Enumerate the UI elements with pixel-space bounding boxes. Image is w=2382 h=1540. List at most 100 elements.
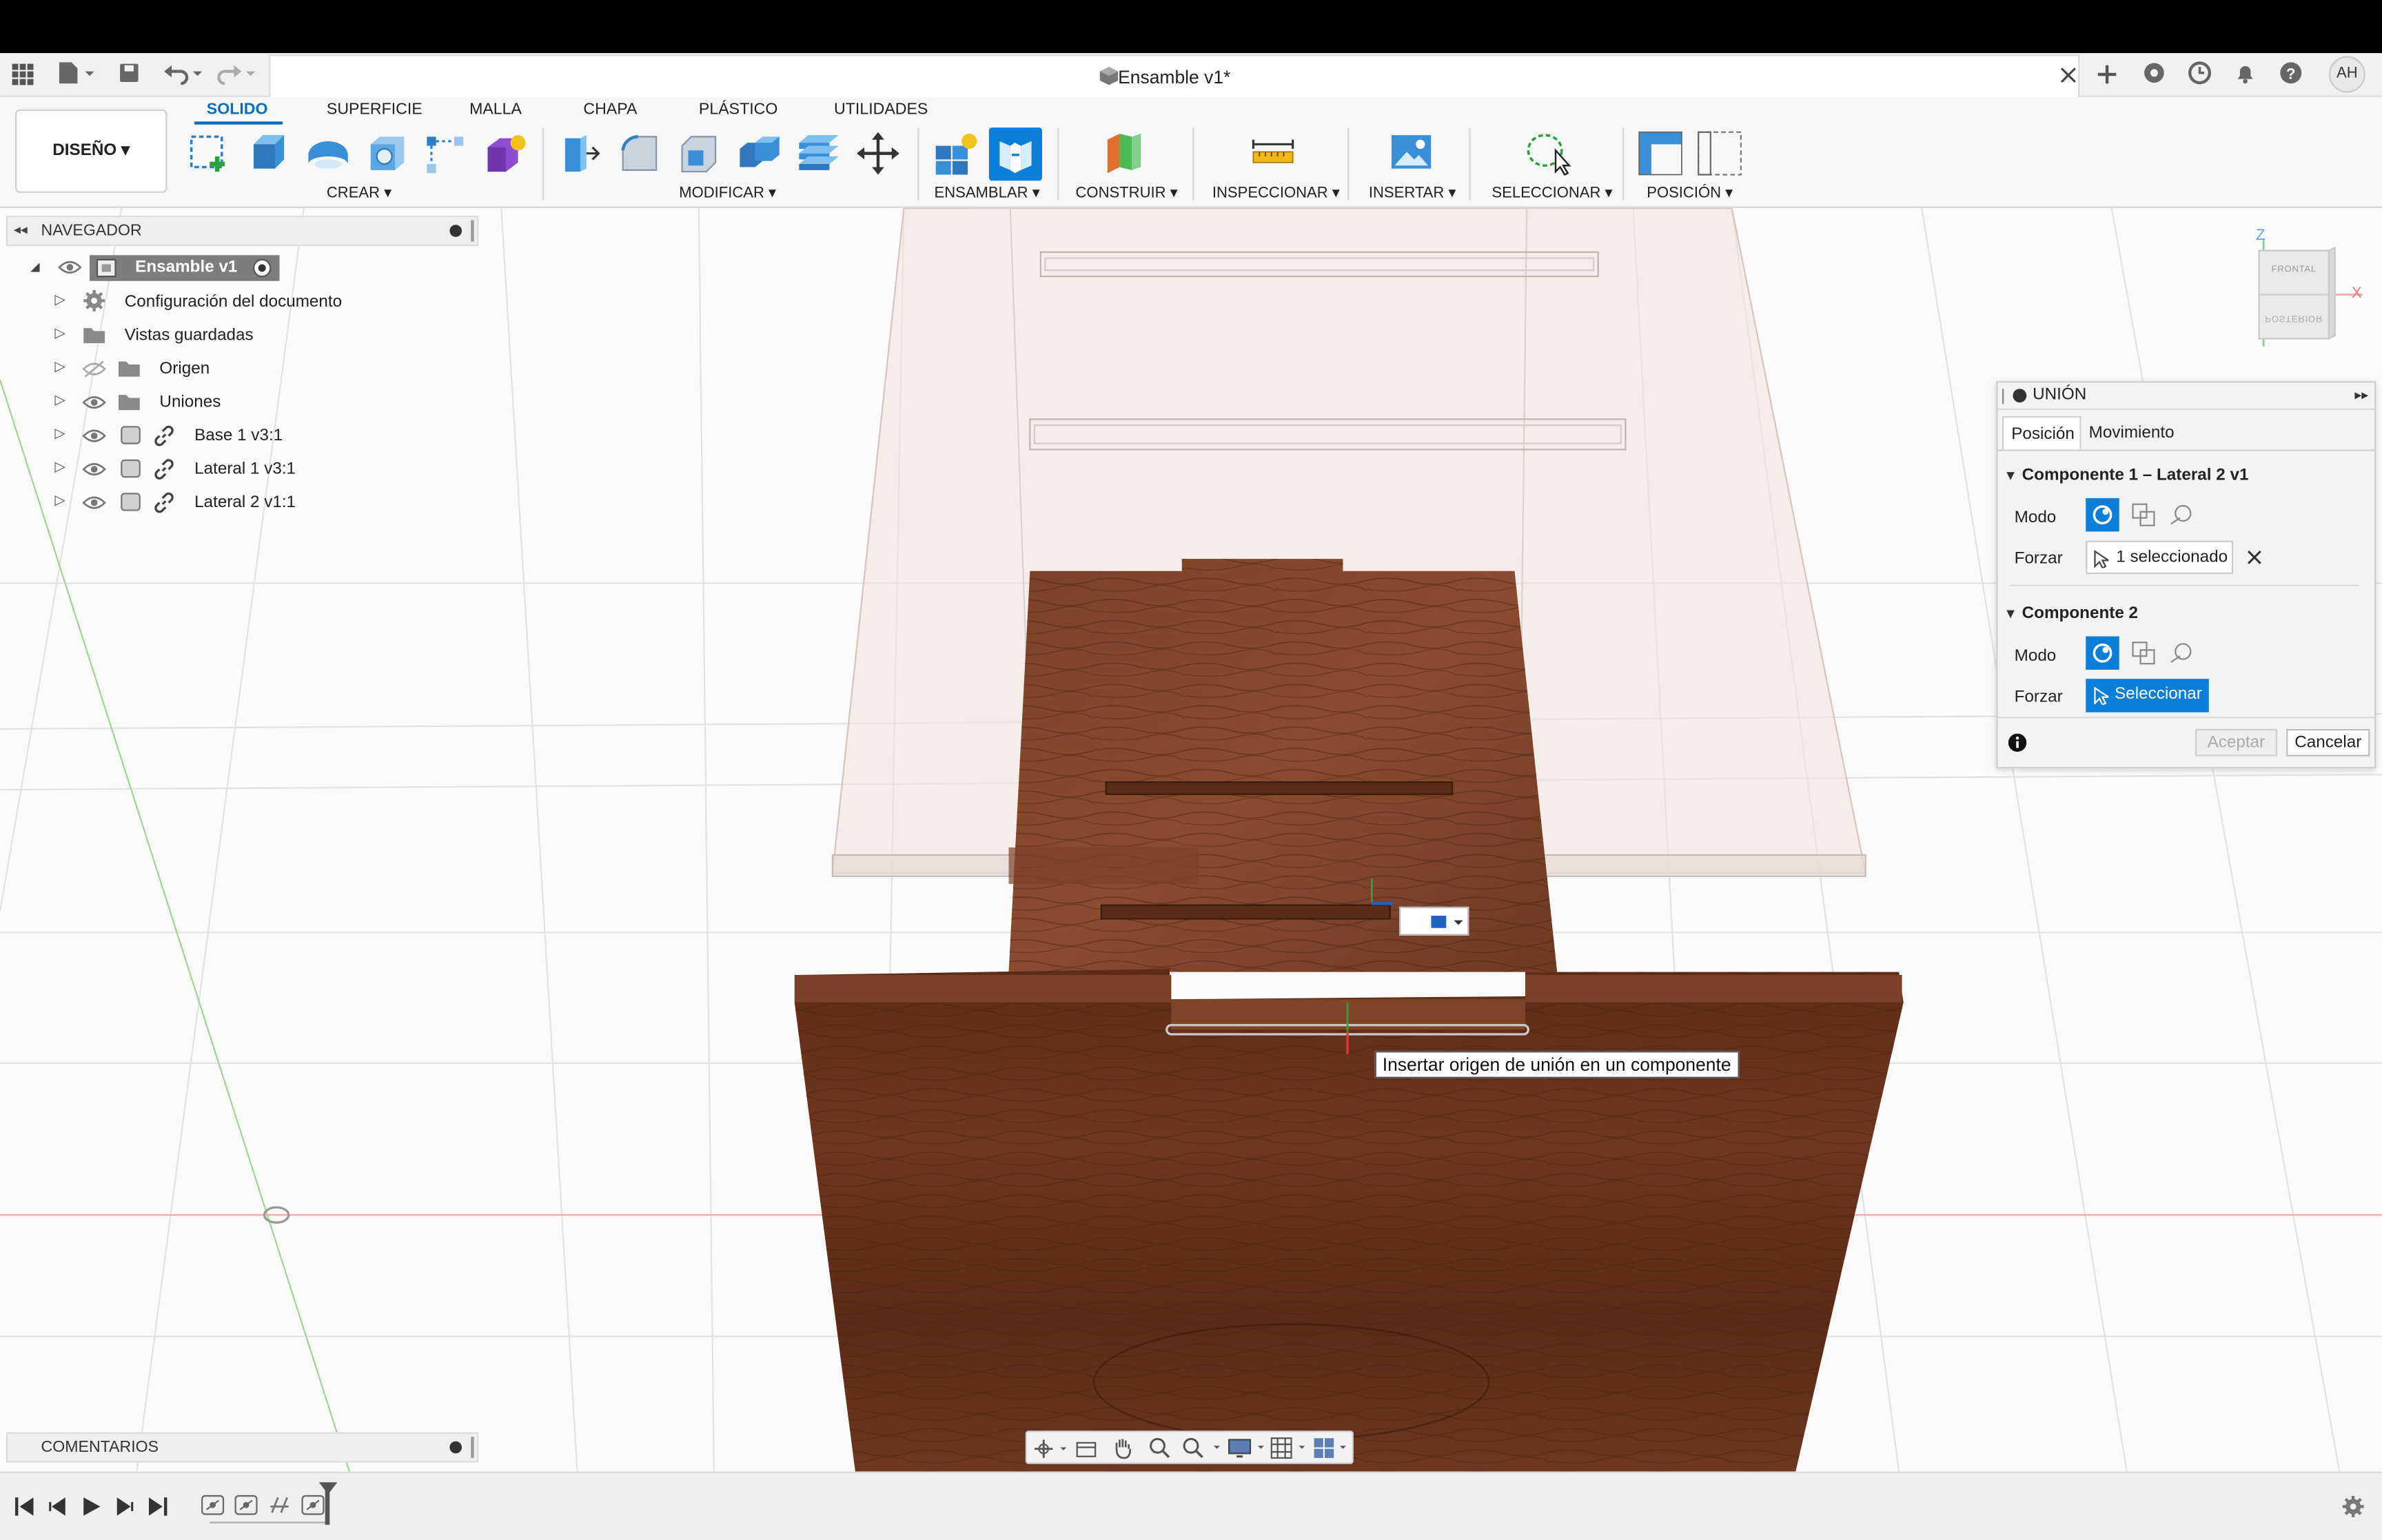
viewcube-back-face[interactable]: POSTERIOR — [2262, 313, 2326, 322]
comments-pin-handle[interactable] — [471, 1437, 474, 1458]
expand-triangle-icon[interactable]: ▷ — [54, 425, 65, 442]
expand-triangle-icon[interactable]: ▷ — [54, 459, 65, 475]
activate-radio-icon[interactable] — [252, 258, 272, 278]
visibility-eye-icon[interactable] — [82, 493, 106, 511]
redo-icon[interactable] — [216, 61, 258, 85]
offset-face-icon[interactable] — [796, 131, 839, 174]
form-icon[interactable] — [483, 132, 526, 175]
go-to-end-icon[interactable] — [147, 1496, 169, 1517]
joint-origin-picker[interactable] — [1398, 906, 1469, 936]
hole-icon[interactable] — [366, 132, 409, 175]
add-comment-icon[interactable] — [449, 1441, 462, 1454]
group-posicion-label[interactable]: POSICIÓN ▾ — [1647, 185, 1733, 202]
visibility-eye-icon[interactable] — [58, 258, 82, 276]
workspace-switcher-button[interactable]: DISEÑO ▾ — [15, 109, 167, 193]
mode-simple-button[interactable] — [2086, 497, 2119, 532]
timeline-settings-gear-icon[interactable] — [2341, 1495, 2365, 1519]
undo-icon[interactable] — [163, 61, 205, 85]
capture-position-icon[interactable] — [1638, 131, 1682, 176]
document-tab[interactable]: Ensamble v1* — [269, 54, 2080, 98]
navigator-pin-handle[interactable] — [471, 220, 474, 242]
insert-image-icon[interactable] — [1390, 132, 1433, 175]
mode-two-edge-intersection-button[interactable] — [2166, 637, 2199, 670]
group-seleccionar-label[interactable]: SELECCIONAR ▾ — [1492, 185, 1612, 202]
revolve-icon[interactable] — [305, 134, 348, 176]
help-icon[interactable]: ? — [2279, 61, 2303, 85]
grid-settings-icon[interactable] — [1270, 1437, 1313, 1459]
new-tab-plus-icon[interactable] — [2095, 62, 2119, 86]
expand-triangle-icon[interactable]: ▷ — [54, 492, 65, 509]
visibility-eye-icon[interactable] — [82, 460, 106, 478]
grid-menu-icon[interactable] — [10, 62, 34, 86]
viewcube-front-face[interactable]: FRONTAL — [2262, 266, 2326, 275]
extensions-icon[interactable] — [2142, 61, 2166, 85]
comments-header[interactable]: COMENTARIOS — [6, 1432, 479, 1463]
file-menu-icon[interactable] — [57, 61, 96, 85]
clear-selection-x-icon[interactable] — [2247, 550, 2262, 565]
expand-triangle-icon[interactable]: ▷ — [54, 325, 65, 342]
pan-hand-icon[interactable] — [1112, 1437, 1133, 1459]
create-sketch-icon[interactable] — [188, 132, 231, 175]
ok-button[interactable]: Aceptar — [2195, 728, 2277, 757]
expand-triangle-icon[interactable]: ▷ — [54, 358, 65, 375]
job-status-icon[interactable] — [2188, 61, 2212, 85]
zoom-window-icon[interactable] — [1182, 1437, 1225, 1459]
group-ensamblar-label[interactable]: ENSAMBLAR ▾ — [935, 185, 1040, 202]
tab-plastico[interactable]: PLÁSTICO — [699, 100, 777, 118]
tab-malla[interactable]: MALLA — [469, 100, 522, 118]
display-settings-icon[interactable] — [1228, 1437, 1270, 1459]
tab-superficie[interactable]: SUPERFICIE — [327, 100, 423, 118]
navigator-options-icon[interactable] — [449, 225, 462, 237]
select-icon[interactable] — [1524, 131, 1571, 176]
dialog-grip[interactable] — [2002, 389, 2005, 404]
expand-triangle-icon[interactable]: ▷ — [54, 392, 65, 409]
info-icon[interactable] — [2008, 733, 2027, 752]
mode-two-edge-intersection-button[interactable] — [2166, 498, 2199, 531]
viewcube[interactable]: Z X FRONTAL POSTERIOR — [2241, 228, 2370, 365]
cancel-button[interactable]: Cancelar — [2286, 728, 2370, 757]
visibility-eye-icon[interactable] — [82, 393, 106, 411]
component-1-selection[interactable]: 1 seleccionado — [2086, 540, 2234, 575]
tab-posicion[interactable]: Posición — [2002, 415, 2081, 450]
joint-dialog-header[interactable]: UNIÓN ▸▸ — [1997, 382, 2375, 411]
save-icon[interactable] — [117, 61, 141, 85]
root-expand-triangle-icon[interactable]: ◢ — [30, 260, 40, 274]
tree-root-highlight[interactable]: Ensamble v1 — [90, 255, 280, 281]
user-avatar[interactable]: AH — [2328, 56, 2365, 93]
zoom-icon[interactable] — [1148, 1437, 1171, 1459]
notifications-bell-icon[interactable] — [2233, 61, 2257, 85]
new-component-icon[interactable] — [933, 131, 977, 175]
tab-chapa[interactable]: CHAPA — [583, 100, 637, 118]
tab-utilidades[interactable]: UTILIDADES — [834, 100, 928, 118]
fillet-icon[interactable] — [618, 132, 661, 175]
press-pull-icon[interactable] — [559, 132, 602, 175]
timeline-joint-feature-icon[interactable] — [234, 1493, 258, 1517]
mode-between-two-faces-button[interactable] — [2127, 498, 2160, 531]
go-to-start-icon[interactable] — [14, 1496, 35, 1517]
pattern-icon[interactable] — [424, 134, 467, 176]
revert-position-icon[interactable] — [1697, 131, 1742, 176]
group-inspeccionar-label[interactable]: INSPECCIONAR ▾ — [1212, 185, 1340, 202]
play-icon[interactable] — [81, 1496, 102, 1517]
timeline-rigid-group-icon[interactable] — [267, 1493, 292, 1517]
tab-solido[interactable]: SOLIDO — [207, 100, 268, 118]
group-crear-label[interactable]: CREAR ▾ — [327, 185, 391, 202]
shell-icon[interactable] — [678, 132, 720, 175]
look-at-icon[interactable] — [1076, 1438, 1097, 1459]
expand-triangle-icon[interactable]: ▷ — [54, 291, 65, 308]
joint-button-active[interactable] — [988, 127, 1043, 181]
group-modificar-label[interactable]: MODIFICAR ▾ — [679, 185, 776, 202]
step-back-icon[interactable] — [47, 1496, 68, 1517]
timeline-joint-feature-icon[interactable] — [201, 1493, 225, 1517]
group-construir-label[interactable]: CONSTRUIR ▾ — [1076, 185, 1178, 202]
collapse-triangle-icon[interactable]: ▼ — [2004, 468, 2017, 483]
navigator-header[interactable]: ◂◂ NAVEGADOR — [6, 215, 479, 247]
collapse-triangle-icon[interactable]: ▼ — [2004, 606, 2017, 621]
measure-icon[interactable] — [1250, 136, 1294, 179]
timeline-joint-feature-icon[interactable] — [301, 1493, 325, 1517]
viewports-icon[interactable] — [1312, 1437, 1352, 1459]
component-2-select-button[interactable]: Seleccionar — [2086, 679, 2209, 712]
collapse-panel-icon[interactable]: ◂◂ — [14, 222, 28, 238]
mode-simple-button[interactable] — [2086, 636, 2119, 670]
timeline-marker-head[interactable] — [318, 1482, 338, 1495]
